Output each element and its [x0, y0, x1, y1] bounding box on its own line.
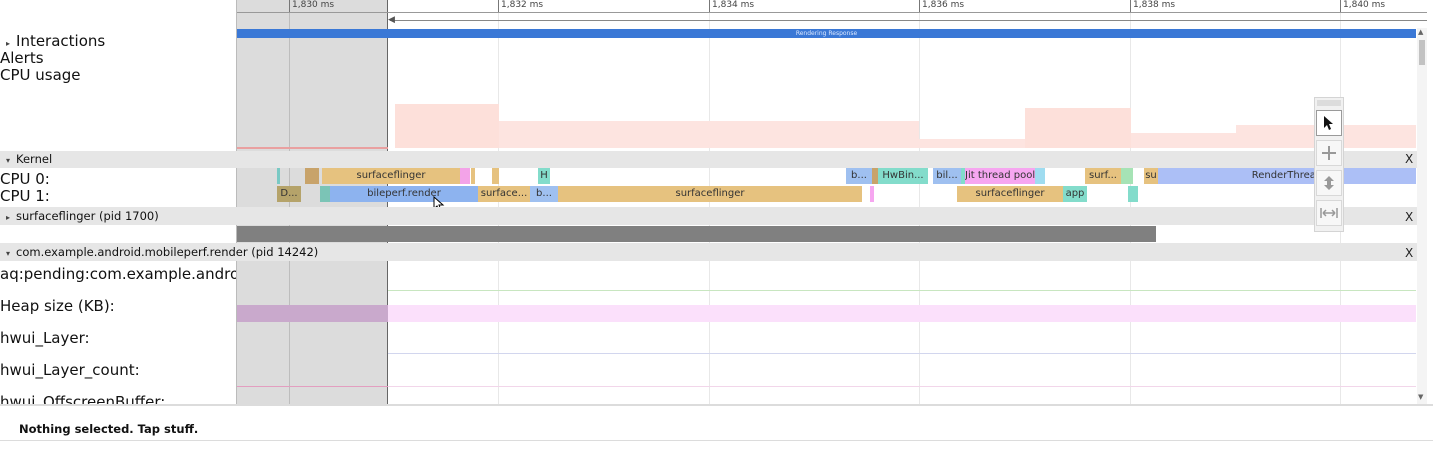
arrow-left-icon: ◀: [388, 15, 395, 25]
status-divider: [0, 404, 1433, 406]
cpu-usage-block: [1025, 108, 1131, 148]
close-surfaceflinger-icon[interactable]: X: [1405, 210, 1413, 224]
cpu1-slice[interactable]: b...: [530, 186, 558, 202]
ruler-tick-label: 1,840 ms: [1343, 0, 1386, 10]
cpu1-slice[interactable]: app: [1063, 186, 1087, 202]
timing-range-icon: [1320, 208, 1338, 218]
close-app-process-icon[interactable]: X: [1405, 246, 1413, 260]
cpu0-slice[interactable]: [277, 168, 280, 184]
cpu-usage-baseline: [237, 147, 388, 149]
cpu1-slice[interactable]: [870, 186, 874, 202]
collapse-triangle-icon[interactable]: ▾: [6, 156, 10, 165]
collapse-triangle-icon[interactable]: ▾: [6, 249, 10, 258]
alerts-track-label: Alerts: [0, 49, 44, 67]
cpu1-slice[interactable]: D...: [277, 186, 301, 202]
cpu0-slice[interactable]: HwBin...: [878, 168, 928, 184]
counter-track-label: hwui_Layer:: [0, 329, 90, 347]
status-text: Nothing selected. Tap stuff.: [19, 422, 199, 436]
select-tool-button[interactable]: [1316, 110, 1342, 136]
cpu1-slice[interactable]: [1128, 186, 1138, 202]
counter-line: [388, 386, 1416, 387]
cpu-usage-block: [499, 121, 919, 148]
cpu0-slice[interactable]: bil...: [933, 168, 961, 184]
cpu0-slice[interactable]: [1121, 168, 1133, 184]
scroll-down-icon[interactable]: ▼: [1418, 393, 1423, 401]
ruler-tick-label: 1,836 ms: [922, 0, 965, 10]
counter-track-label: Heap size (KB):: [0, 297, 115, 315]
ruler-tick-label: 1,838 ms: [1133, 0, 1176, 10]
cpu0-slice[interactable]: su: [1144, 168, 1158, 184]
cpu1-slice[interactable]: surface...: [478, 186, 530, 202]
timeline-cursor-line: [387, 0, 388, 404]
zoom-tool-button[interactable]: [1316, 170, 1342, 196]
surfaceflinger-process-label[interactable]: ▸ surfaceflinger (pid 1700): [6, 209, 159, 223]
timeline-left-border: [236, 0, 237, 404]
counter-line: [388, 353, 1416, 354]
cpu0-slice[interactable]: [492, 168, 499, 184]
cpu-usage-track-label: CPU usage: [0, 66, 81, 84]
cpu0-slice[interactable]: b...: [846, 168, 872, 184]
cpu1-slice[interactable]: bileperf.render: [330, 186, 478, 202]
surfaceflinger-process-header[interactable]: [0, 207, 1420, 225]
cpu0-slice[interactable]: [305, 168, 319, 184]
cpu1-slice[interactable]: [320, 186, 330, 202]
scroll-up-icon[interactable]: ▲: [1418, 28, 1423, 36]
counter-line: [237, 386, 388, 387]
pan-tool-button[interactable]: [1316, 140, 1342, 166]
selection-range-line: [390, 20, 1427, 21]
cpu0-slice[interactable]: [1035, 168, 1045, 184]
kernel-group-header[interactable]: [0, 151, 1420, 168]
cpu1-slice[interactable]: surfaceflinger: [957, 186, 1063, 202]
surfaceflinger-summary-bar[interactable]: [237, 226, 1156, 242]
cpu-usage-block: [919, 139, 1025, 148]
ruler-tick-label: 1,832 ms: [501, 0, 544, 10]
counter-track-label: hwui_Layer_count:: [0, 361, 140, 379]
cpu0-slice[interactable]: [460, 168, 470, 184]
expand-triangle-icon[interactable]: ▸: [6, 213, 10, 222]
move-cross-icon: [1322, 146, 1336, 160]
cursor-arrow-icon: [1324, 116, 1333, 130]
counter-line: [388, 290, 1416, 291]
heap-size-fill: [388, 305, 1416, 322]
ruler-tick-label: 1,834 ms: [712, 0, 755, 10]
cpu0-slice[interactable]: RenderThread: [1158, 168, 1416, 184]
cpu0-slice[interactable]: [471, 168, 475, 184]
vertical-scrollbar[interactable]: [1417, 28, 1427, 404]
cpu-usage-block: [395, 104, 499, 148]
tool-palette-grip[interactable]: [1317, 100, 1341, 106]
cpu1-slice[interactable]: surfaceflinger: [558, 186, 862, 202]
cpu0-slice[interactable]: H: [538, 168, 550, 184]
heap-size-fill: [237, 305, 388, 322]
counter-track-label: aq:pending:com.example.androi: [0, 265, 236, 283]
ruler-tick-label: 1,830 ms: [292, 0, 335, 10]
interactions-track-label[interactable]: ▸ Interactions: [6, 32, 105, 50]
counter-track-label: hwui_OffscreenBuffer:: [0, 393, 166, 404]
kernel-group-label[interactable]: ▾ Kernel: [6, 152, 52, 166]
timeline-selection-shade: [237, 0, 388, 404]
cpu0-slice[interactable]: surfaceflinger: [322, 168, 460, 184]
zoom-updown-icon: [1324, 176, 1334, 190]
app-process-label[interactable]: ▾ com.example.android.mobileperf.render (…: [6, 245, 318, 259]
cpu0-track-label: CPU 0:: [0, 170, 50, 188]
time-ruler[interactable]: 1,830 ms 1,832 ms 1,834 ms 1,836 ms 1,83…: [237, 0, 1427, 13]
cpu1-track-label: CPU 1:: [0, 187, 50, 205]
close-kernel-icon[interactable]: X: [1405, 152, 1413, 166]
status-bottom-border: [0, 440, 1433, 441]
cpu0-slice[interactable]: surf...: [1085, 168, 1121, 184]
expand-triangle-icon[interactable]: ▸: [6, 39, 10, 48]
scrollbar-thumb[interactable]: [1419, 40, 1425, 65]
cpu-usage-block: [1131, 133, 1236, 148]
rendering-response-bar[interactable]: Rendering Response: [237, 29, 1416, 38]
timing-tool-button[interactable]: [1316, 200, 1342, 226]
cpu0-slice[interactable]: Jit thread pool: [965, 168, 1035, 184]
